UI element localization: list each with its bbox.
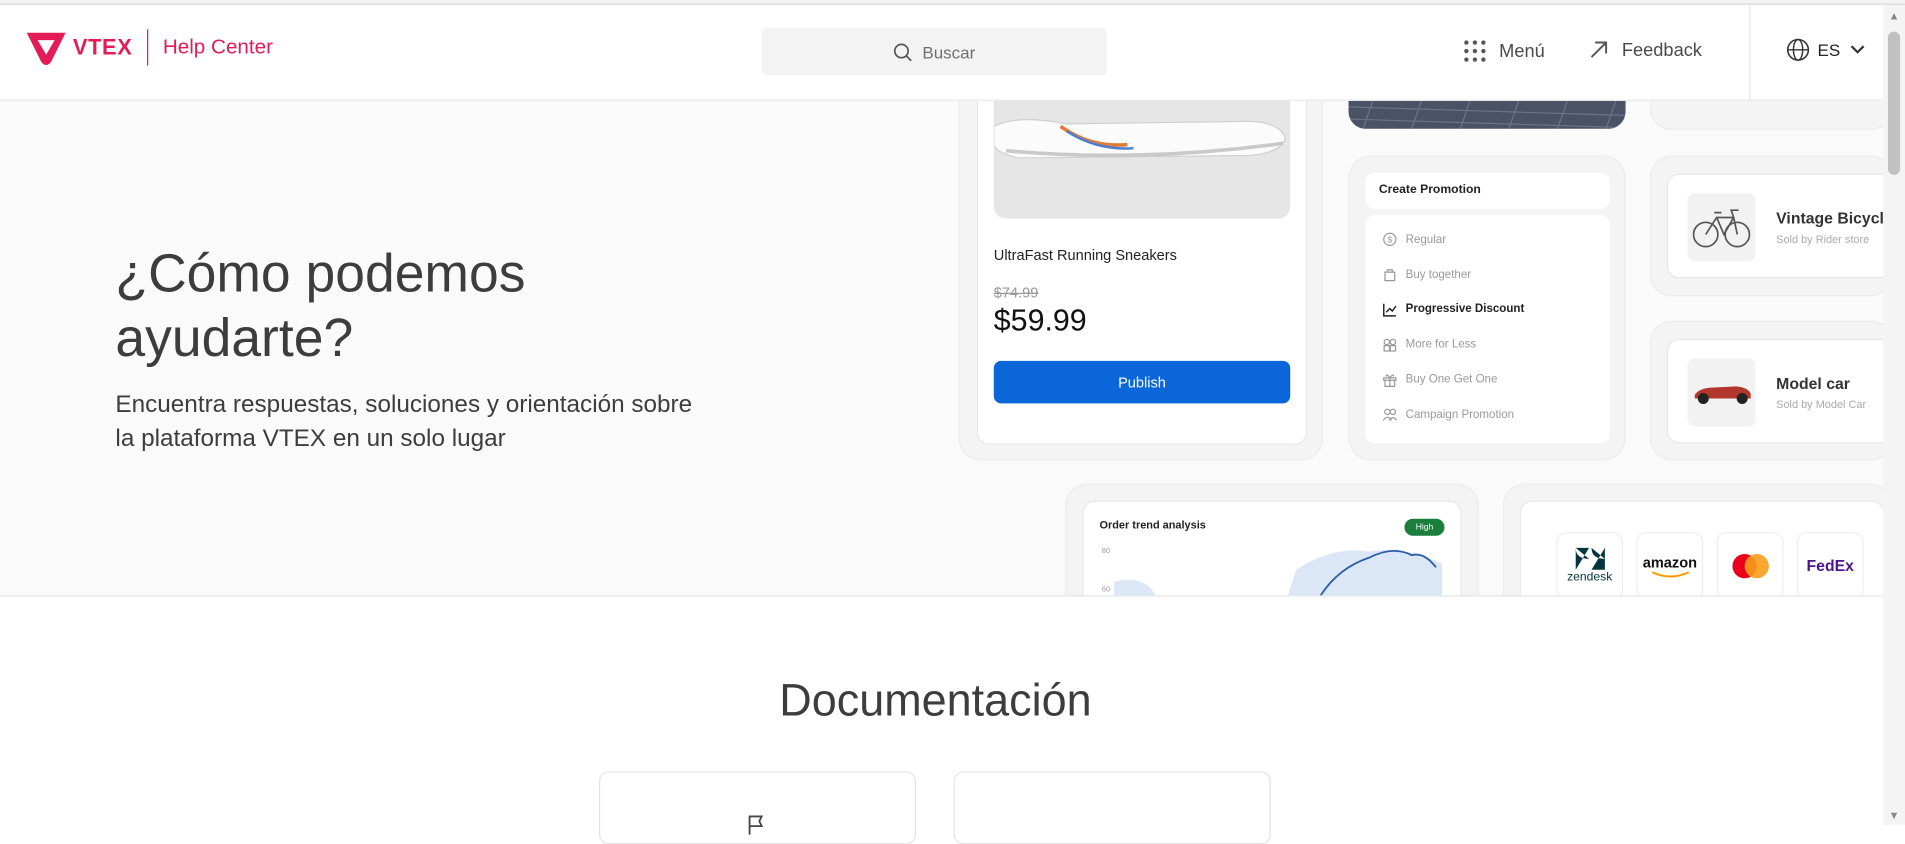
- grid-icon: [1383, 338, 1397, 352]
- header-divider: [1749, 4, 1751, 101]
- bicycle-title: Vintage Bicycl: [1776, 208, 1884, 228]
- integrations-card: zendesk amazon mastercard FedEx: [1502, 483, 1884, 596]
- chart-title: Order trend analysis: [1099, 518, 1206, 531]
- zendesk-logo: zendesk: [1556, 532, 1624, 596]
- fedex-logo: FedEx: [1796, 532, 1864, 596]
- grid-dots-icon: [1464, 40, 1486, 62]
- product-price: $59.99: [993, 303, 1087, 338]
- promotion-option-label: More for Less: [1405, 338, 1477, 352]
- bicycle-image: [1687, 193, 1756, 262]
- zendesk-label: zendesk: [1567, 571, 1613, 585]
- documentation-heading: Documentación: [779, 675, 1092, 726]
- page-scrollbar[interactable]: ▲ ▼: [1883, 4, 1905, 825]
- product-name: Help Center: [162, 35, 274, 59]
- scrollbar-thumb[interactable]: [1887, 31, 1901, 175]
- integrations-panel: zendesk amazon mastercard FedEx: [1519, 500, 1884, 596]
- mastercard-icon: [1731, 553, 1769, 578]
- chart-tick-60: 60: [1101, 586, 1111, 595]
- bicycle-seller: Sold by Rider store: [1776, 233, 1870, 246]
- map-grid-icon: [1348, 100, 1626, 129]
- sneaker-illustration: [993, 118, 1287, 159]
- promotion-option[interactable]: More for Less: [1383, 327, 1593, 362]
- model-car-product[interactable]: Model car Sold by Model Car: [1666, 338, 1884, 444]
- promotion-type-list: $ Regular Buy together Progressive Discount…: [1365, 215, 1610, 444]
- hero-subtitle: Encuentra respuestas, soluciones y orien…: [115, 391, 693, 452]
- bag-icon: [1384, 269, 1396, 282]
- promotion-option[interactable]: Buy together: [1383, 257, 1593, 292]
- vtex-logo[interactable]: VTEX Help Center: [24, 29, 274, 66]
- promotion-card: Create Promotion $ Regular Buy together Pro…: [1348, 155, 1626, 461]
- model-car-seller: Sold by Model Car: [1776, 398, 1867, 411]
- dollar-circle-icon: $: [1383, 233, 1397, 247]
- product-card: UltraFast Running Sneakers $74.99 $59.99…: [976, 100, 1308, 445]
- promotion-option-label: Regular: [1405, 233, 1447, 247]
- search-placeholder: Buscar: [922, 41, 976, 62]
- trend-icon: [1383, 303, 1397, 317]
- bicycle-card: Vintage Bicycl Sold by Rider store: [1649, 155, 1884, 297]
- scroll-up-arrow[interactable]: ▲: [1888, 10, 1900, 22]
- search-input[interactable]: Buscar: [761, 27, 1107, 76]
- race-car-icon: [1694, 386, 1751, 404]
- chevron-down-icon: [1850, 45, 1865, 54]
- search-icon: [894, 42, 913, 61]
- logo-divider: [147, 29, 149, 66]
- order-trend-chart: Order trend analysis High 80 60: [1082, 500, 1462, 596]
- publish-button[interactable]: Publish: [993, 360, 1291, 404]
- arrow-up-right-icon: [1590, 41, 1608, 58]
- top-right-card: [1649, 100, 1884, 130]
- promotion-title: Create Promotion: [1365, 172, 1610, 209]
- promotion-option[interactable]: Buy One Get One: [1383, 362, 1593, 397]
- mastercard-logo: mastercard: [1716, 532, 1784, 596]
- language-code: ES: [1817, 40, 1841, 60]
- map-thumbnail: [1348, 100, 1626, 129]
- amazon-smile-icon: [1651, 570, 1689, 577]
- model-car-title: Model car: [1776, 374, 1850, 393]
- doc-card-1[interactable]: [598, 771, 917, 844]
- bicycle-product[interactable]: Vintage Bicycl Sold by Rider store: [1666, 173, 1884, 279]
- promotion-option-label: Buy One Get One: [1405, 373, 1498, 387]
- zendesk-icon: [1575, 547, 1605, 570]
- order-trend-card: Order trend analysis High 80 60: [1065, 483, 1479, 596]
- vtex-logo-icon: [26, 32, 66, 65]
- promotion-option[interactable]: $ Regular: [1383, 222, 1593, 257]
- hero-section: ¿Cómo podemos ayudarte? Encuentra respue…: [0, 100, 1884, 597]
- amazon-label: amazon: [1642, 553, 1698, 571]
- promotion-option[interactable]: Campaign Promotion: [1382, 397, 1593, 432]
- sneaker-image: [993, 100, 1291, 219]
- scroll-down-arrow[interactable]: ▼: [1888, 809, 1900, 821]
- promotion-option[interactable]: Progressive Discount: [1383, 292, 1593, 327]
- doc-card-2[interactable]: [953, 771, 1271, 844]
- promotion-option-label: Progressive Discount: [1405, 303, 1525, 317]
- gift-icon: [1383, 373, 1397, 387]
- users-icon: [1382, 409, 1398, 422]
- chart-tick-80: 80: [1101, 547, 1111, 556]
- product-showcase-card: UltraFast Running Sneakers $74.99 $59.99…: [958, 100, 1324, 461]
- promotion-option-label: Buy together: [1405, 268, 1472, 282]
- fedex-label: FedEx: [1806, 556, 1854, 575]
- bicycle-icon: [1692, 209, 1751, 248]
- language-selector[interactable]: ES: [1786, 38, 1872, 62]
- promotion-option-label: Campaign Promotion: [1405, 408, 1515, 422]
- brand-name: VTEX: [72, 34, 133, 59]
- svg-text:$: $: [1387, 235, 1392, 245]
- model-car-image: [1687, 358, 1756, 427]
- site-header: VTEX Help Center Buscar Menú Feedback ES: [0, 4, 1884, 101]
- menu-button[interactable]: Menú: [1463, 39, 1545, 63]
- product-name: UltraFast Running Sneakers: [993, 246, 1177, 264]
- feedback-label: Feedback: [1621, 39, 1702, 61]
- globe-icon: [1786, 38, 1810, 61]
- trend-badge: High: [1404, 518, 1445, 536]
- amazon-logo: amazon: [1636, 532, 1704, 596]
- feedback-button[interactable]: Feedback: [1588, 39, 1702, 61]
- trend-line-chart: [1114, 550, 1443, 596]
- hero-title: ¿Cómo podemos ayudarte?: [115, 244, 526, 369]
- model-car-card: Model car Sold by Model Car: [1649, 320, 1884, 461]
- menu-label: Menú: [1499, 40, 1545, 62]
- product-old-price: $74.99: [993, 284, 1039, 302]
